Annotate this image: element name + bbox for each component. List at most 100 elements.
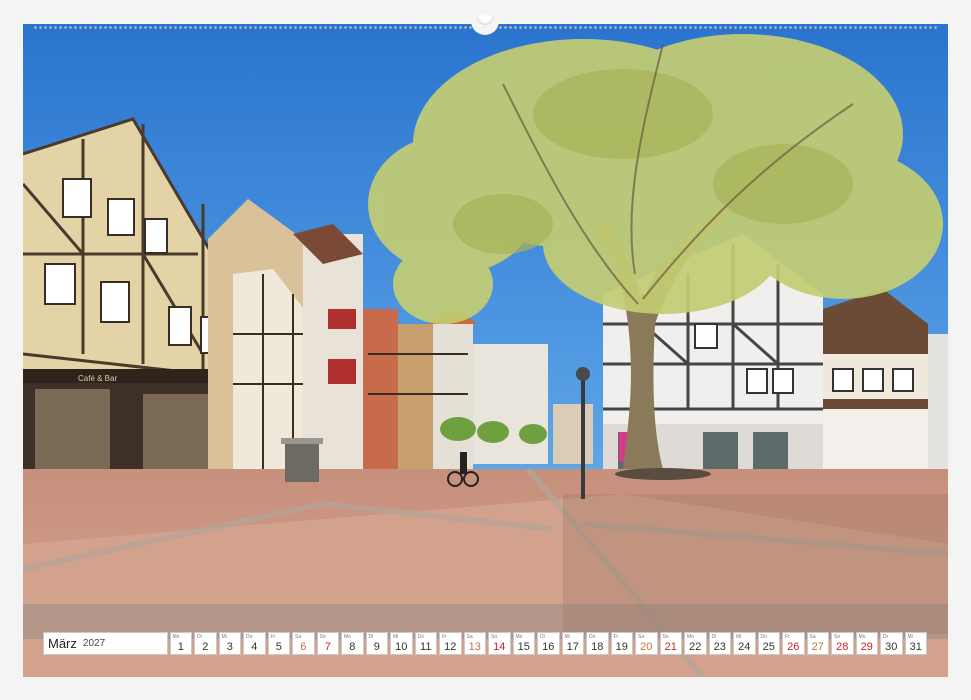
day-weekday: Mo [515,634,523,640]
day-weekday: So [491,634,498,640]
day-number: 22 [689,641,702,653]
day-number: 19 [615,641,628,653]
day-cell: Di 23 [708,632,731,655]
day-number: 13 [468,641,481,653]
photo-illustration: Café & Bar [23,24,948,677]
day-number: 8 [349,641,356,653]
day-number: 7 [324,641,331,653]
day-weekday: Fr [613,634,619,640]
day-number: 28 [836,641,849,653]
day-weekday: Do [246,634,253,640]
day-cell: Mo 8 [341,632,364,655]
day-cell: So 28 [831,632,854,655]
day-cell: Mi 17 [561,632,584,655]
day-weekday: Fr [270,634,276,640]
day-cell: Di 2 [194,632,217,655]
day-number: 27 [811,641,824,653]
day-cell: Di 30 [880,632,903,655]
day-cell: Mi 31 [904,632,927,655]
day-weekday: Do [589,634,596,640]
day-weekday: So [662,634,669,640]
calendar-page: Café & Bar März 2027 Mo 1 Di 2 Mi 3 Do 4 Fr 5 Sa 6 S… [0,0,971,700]
day-weekday: Sa [466,634,473,640]
day-number: 21 [664,641,677,653]
shop-sign-text: Café & Bar [78,374,117,383]
day-weekday: Di [368,634,374,640]
day-cell: Fr 5 [267,632,290,655]
day-number: 24 [738,641,751,653]
day-weekday: Di [883,634,888,640]
day-number: 2 [202,641,209,653]
day-weekday: Mo [344,634,351,640]
day-number: 30 [885,641,898,653]
day-weekday: Do [760,634,767,640]
day-number: 10 [395,641,408,653]
day-weekday: Mi [221,634,227,640]
day-weekday: So [319,634,326,640]
town-square-photo: Café & Bar [23,24,948,677]
day-weekday: Mi [907,634,913,640]
day-cells: Mo 1 Di 2 Mi 3 Do 4 Fr 5 Sa 6 So 7 Mo 8 Di 9 Mi 10 Do 11 Fr 12 S… [169,632,927,655]
day-weekday: Di [540,634,545,640]
day-cell: Mo 15 [512,632,535,655]
month-year: 2027 [82,638,106,649]
day-weekday: Mi [736,634,742,640]
day-number: 1 [177,641,184,653]
day-number: 6 [300,641,307,653]
day-cell: Mi 3 [218,632,241,655]
day-cell: Mi 24 [733,632,756,655]
day-cell: Do 18 [586,632,609,655]
day-cell: So 21 [659,632,682,655]
day-weekday: Di [197,634,202,640]
day-number: 16 [542,641,555,653]
month-label-box: März 2027 [43,632,168,655]
day-weekday: Mo [858,634,866,640]
day-number: 3 [226,641,233,653]
day-weekday: Mi [564,634,570,640]
day-cell: Mo 22 [684,632,707,655]
day-number: 29 [860,641,873,653]
day-cell: So 14 [488,632,511,655]
day-number: 26 [787,641,800,653]
day-number: 11 [420,641,432,653]
day-weekday: So [834,634,841,640]
day-cell: Mo 29 [855,632,878,655]
day-cell: Fr 12 [439,632,462,655]
day-cell: Fr 26 [782,632,805,655]
day-weekday: Di [711,634,717,640]
day-weekday: Mi [393,634,399,640]
day-cell: Sa 20 [635,632,658,655]
day-weekday: Sa [809,634,816,640]
day-cell: Mo 1 [169,632,192,655]
day-weekday: Mo [172,634,180,640]
day-cell: Mi 10 [390,632,413,655]
day-number: 20 [640,641,653,653]
day-number: 18 [591,641,604,653]
day-number: 4 [251,641,258,653]
day-number: 23 [713,641,726,653]
day-cell: Do 11 [414,632,437,655]
day-cell: Do 25 [757,632,780,655]
day-cell: Di 16 [537,632,560,655]
day-cell: Fr 19 [610,632,633,655]
day-weekday: Fr [442,634,447,640]
calendar-strip: März 2027 Mo 1 Di 2 Mi 3 Do 4 Fr 5 Sa 6 So 7 Mo 8 Di 9 Mi 1… [43,632,927,655]
day-number: 9 [373,641,380,653]
day-cell: Sa 13 [463,632,486,655]
day-cell: Di 9 [365,632,388,655]
day-number: 31 [909,641,922,653]
day-weekday: Sa [638,634,645,640]
day-number: 5 [275,641,282,653]
day-number: 17 [566,641,579,653]
day-weekday: Fr [785,634,790,640]
month-name: März [48,636,77,651]
day-number: 12 [444,641,457,653]
day-cell: Sa 27 [806,632,829,655]
day-weekday: Mo [687,634,694,640]
day-cell: Do 4 [243,632,266,655]
day-cell: Sa 6 [292,632,315,655]
day-number: 15 [517,641,530,653]
day-weekday: Sa [295,634,302,640]
day-weekday: Do [417,634,424,640]
day-number: 14 [493,641,506,653]
